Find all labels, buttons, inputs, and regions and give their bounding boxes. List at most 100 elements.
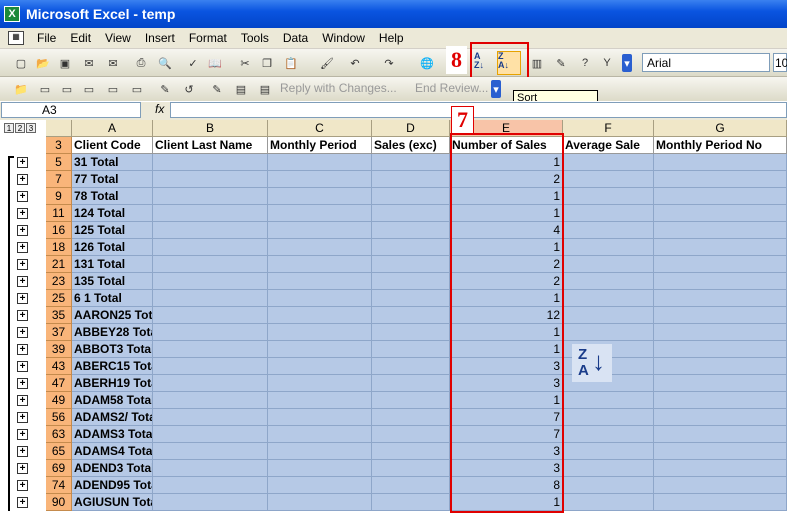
header-cell[interactable]: Client Last Name bbox=[153, 137, 268, 154]
table-cell[interactable] bbox=[268, 494, 372, 511]
row-header[interactable]: 11 bbox=[46, 205, 72, 222]
table-cell[interactable] bbox=[654, 324, 787, 341]
track-changes-icon[interactable]: ✎ bbox=[156, 80, 174, 98]
table-cell[interactable] bbox=[268, 460, 372, 477]
table-cell[interactable] bbox=[153, 273, 268, 290]
table-cell[interactable] bbox=[372, 256, 450, 273]
table-cell[interactable] bbox=[563, 426, 654, 443]
outline-expand-button[interactable]: + bbox=[17, 497, 28, 508]
table-cell[interactable] bbox=[268, 409, 372, 426]
table-cell[interactable] bbox=[268, 188, 372, 205]
table-cell[interactable] bbox=[654, 375, 787, 392]
outline-expand-button[interactable]: + bbox=[17, 344, 28, 355]
table-cell[interactable] bbox=[268, 290, 372, 307]
next-comment-icon[interactable]: ▭ bbox=[58, 80, 76, 98]
table-cell[interactable] bbox=[563, 494, 654, 511]
table-cell[interactable] bbox=[153, 341, 268, 358]
table-cell[interactable]: 126 Total bbox=[72, 239, 153, 256]
table-cell[interactable]: 125 Total bbox=[72, 222, 153, 239]
outline-level-1[interactable]: 1 bbox=[4, 123, 14, 133]
column-header-b[interactable]: B bbox=[153, 120, 268, 137]
table-cell[interactable] bbox=[563, 324, 654, 341]
table-cell[interactable] bbox=[372, 392, 450, 409]
table-cell[interactable] bbox=[268, 239, 372, 256]
cut-icon[interactable]: ✂ bbox=[236, 54, 254, 72]
format-painter-icon[interactable]: 🖌 bbox=[318, 54, 336, 72]
menu-tools[interactable]: Tools bbox=[234, 31, 276, 45]
table-cell[interactable]: 135 Total bbox=[72, 273, 153, 290]
comment-icon[interactable]: ▭ bbox=[80, 80, 98, 98]
table-cell[interactable] bbox=[372, 426, 450, 443]
table-cell[interactable] bbox=[563, 307, 654, 324]
table-cell[interactable] bbox=[153, 290, 268, 307]
table-cell[interactable] bbox=[153, 239, 268, 256]
shared-icon[interactable]: ▤ bbox=[256, 80, 274, 98]
row-header[interactable]: 63 bbox=[46, 426, 72, 443]
table-cell[interactable] bbox=[153, 477, 268, 494]
table-cell[interactable] bbox=[153, 171, 268, 188]
font-name-box[interactable]: Arial bbox=[642, 53, 770, 72]
row-header[interactable]: 21 bbox=[46, 256, 72, 273]
menu-view[interactable]: View bbox=[98, 31, 138, 45]
menu-format[interactable]: Format bbox=[182, 31, 234, 45]
table-cell[interactable]: ABBEY28 Total bbox=[72, 324, 153, 341]
table-cell[interactable] bbox=[372, 290, 450, 307]
column-header-c[interactable]: C bbox=[268, 120, 372, 137]
header-cell[interactable]: Monthly Period No bbox=[654, 137, 787, 154]
row-header[interactable]: 47 bbox=[46, 375, 72, 392]
row-header[interactable]: 7 bbox=[46, 171, 72, 188]
table-cell[interactable] bbox=[268, 324, 372, 341]
table-cell[interactable] bbox=[268, 392, 372, 409]
table-cell[interactable] bbox=[153, 426, 268, 443]
table-cell[interactable] bbox=[153, 443, 268, 460]
document-icon[interactable]: ▦ bbox=[8, 31, 24, 45]
table-cell[interactable]: ABERC15 Total bbox=[72, 358, 153, 375]
table-cell[interactable] bbox=[372, 460, 450, 477]
table-cell[interactable] bbox=[268, 341, 372, 358]
table-cell[interactable]: ABBOT3 Total bbox=[72, 341, 153, 358]
table-cell[interactable] bbox=[654, 154, 787, 171]
table-cell[interactable] bbox=[372, 324, 450, 341]
row-header[interactable]: 25 bbox=[46, 290, 72, 307]
table-cell[interactable] bbox=[654, 222, 787, 239]
table-cell[interactable] bbox=[372, 443, 450, 460]
autofilter-icon[interactable]: Y bbox=[598, 54, 616, 72]
table-cell[interactable]: 131 Total bbox=[72, 256, 153, 273]
table-cell[interactable]: 78 Total bbox=[72, 188, 153, 205]
select-all-corner[interactable] bbox=[46, 120, 72, 137]
row-header[interactable]: 49 bbox=[46, 392, 72, 409]
table-cell[interactable] bbox=[654, 273, 787, 290]
table-cell[interactable] bbox=[654, 392, 787, 409]
column-header-f[interactable]: F bbox=[563, 120, 654, 137]
table-cell[interactable]: 31 Total bbox=[72, 154, 153, 171]
menu-insert[interactable]: Insert bbox=[138, 31, 182, 45]
table-cell[interactable] bbox=[563, 205, 654, 222]
table-cell[interactable] bbox=[654, 460, 787, 477]
row-header[interactable]: 16 bbox=[46, 222, 72, 239]
table-cell[interactable] bbox=[268, 222, 372, 239]
table-cell[interactable] bbox=[563, 392, 654, 409]
table-cell[interactable] bbox=[563, 239, 654, 256]
table-cell[interactable] bbox=[372, 375, 450, 392]
table-cell[interactable]: 124 Total bbox=[72, 205, 153, 222]
print-preview-icon[interactable]: 🔍 bbox=[156, 54, 174, 72]
outline-expand-button[interactable]: + bbox=[17, 191, 28, 202]
open-icon[interactable]: 📂 bbox=[34, 54, 52, 72]
table-cell[interactable] bbox=[268, 171, 372, 188]
table-cell[interactable] bbox=[563, 460, 654, 477]
table-cell[interactable]: 6 1 Total bbox=[72, 290, 153, 307]
new-comment-icon[interactable]: 📁 bbox=[12, 80, 30, 98]
outline-expand-button[interactable]: + bbox=[17, 395, 28, 406]
outline-expand-button[interactable]: + bbox=[17, 378, 28, 389]
toolbar-options-icon[interactable]: ▾ bbox=[622, 54, 632, 72]
table-cell[interactable] bbox=[654, 494, 787, 511]
menu-file[interactable]: File bbox=[30, 31, 63, 45]
table-cell[interactable] bbox=[372, 358, 450, 375]
table-cell[interactable] bbox=[654, 358, 787, 375]
table-cell[interactable] bbox=[563, 409, 654, 426]
chart-wizard-icon[interactable]: ▥ bbox=[528, 54, 546, 72]
table-cell[interactable]: ADEND95 Total bbox=[72, 477, 153, 494]
table-cell[interactable]: ADAM58 Total bbox=[72, 392, 153, 409]
outline-expand-button[interactable]: + bbox=[17, 259, 28, 270]
table-cell[interactable] bbox=[268, 375, 372, 392]
